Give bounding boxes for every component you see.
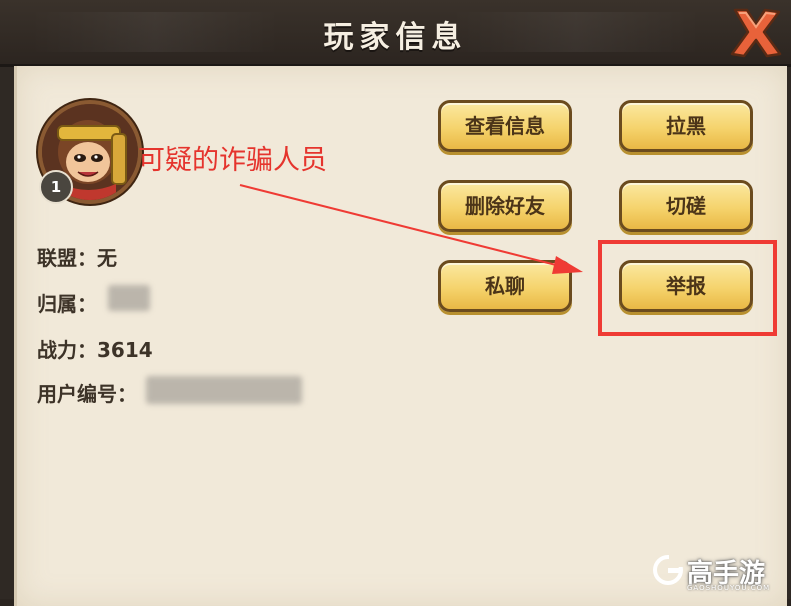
watermark-url: GAOSHOUYOU.COM	[687, 584, 771, 592]
site-watermark: 高手游 GAOSHOUYOU.COM	[653, 551, 783, 595]
g-logo-icon	[653, 555, 683, 585]
dialog-frame: 玩家信息 1 可疑的诈骗人员 联盟：无 归属： 战力：3614 用户编号： 查看…	[0, 0, 791, 606]
annotation-arrow-icon	[239, 184, 583, 274]
